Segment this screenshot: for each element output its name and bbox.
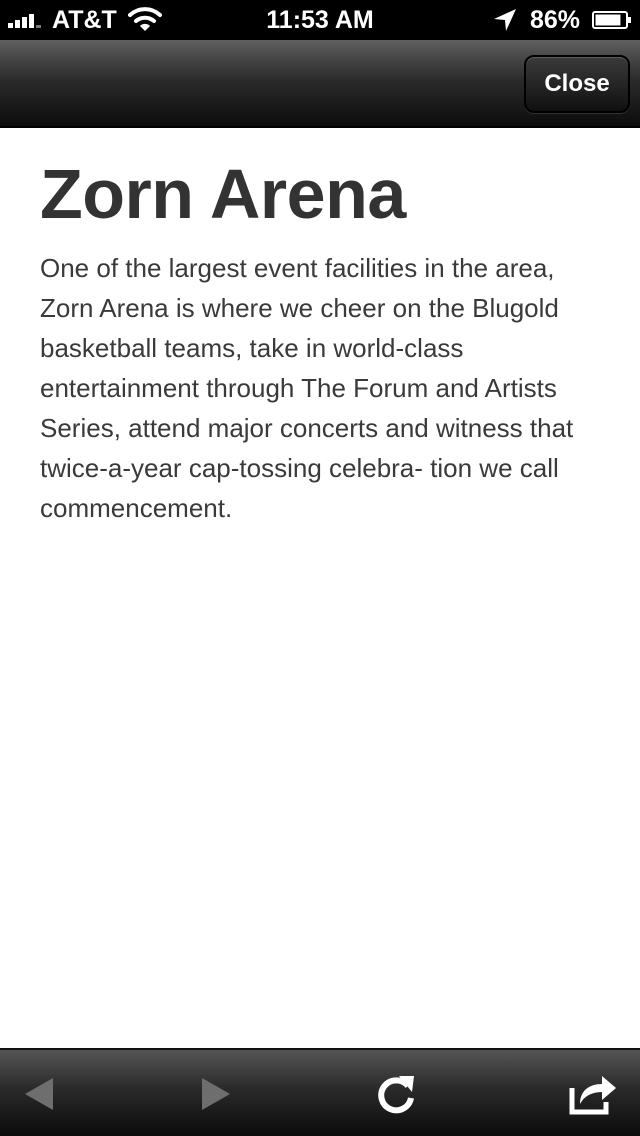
back-arrow-icon [25, 1078, 53, 1110]
back-button[interactable] [9, 1064, 69, 1124]
battery-percent: 86% [530, 6, 581, 34]
location-arrow-icon [494, 9, 516, 31]
page-title: Zorn Arena [40, 155, 406, 233]
bottom-toolbar [0, 1048, 640, 1136]
close-button[interactable]: Close [524, 55, 630, 113]
battery-icon [592, 11, 631, 29]
reload-button[interactable] [366, 1064, 426, 1124]
content-area[interactable]: Zorn Arena One of the largest event faci… [0, 128, 640, 1048]
top-nav-bar: Close [0, 40, 640, 128]
forward-button[interactable] [186, 1064, 246, 1124]
body-paragraph: One of the largest event facilities in t… [40, 253, 574, 523]
share-icon [569, 1076, 616, 1115]
reload-icon [378, 1076, 414, 1114]
share-button[interactable] [562, 1064, 622, 1124]
screen: AT&T 11:53 AM 86% Close Zorn Arena One o… [0, 0, 640, 1136]
forward-arrow-icon [202, 1078, 230, 1110]
status-bar: AT&T 11:53 AM 86% [0, 0, 640, 40]
